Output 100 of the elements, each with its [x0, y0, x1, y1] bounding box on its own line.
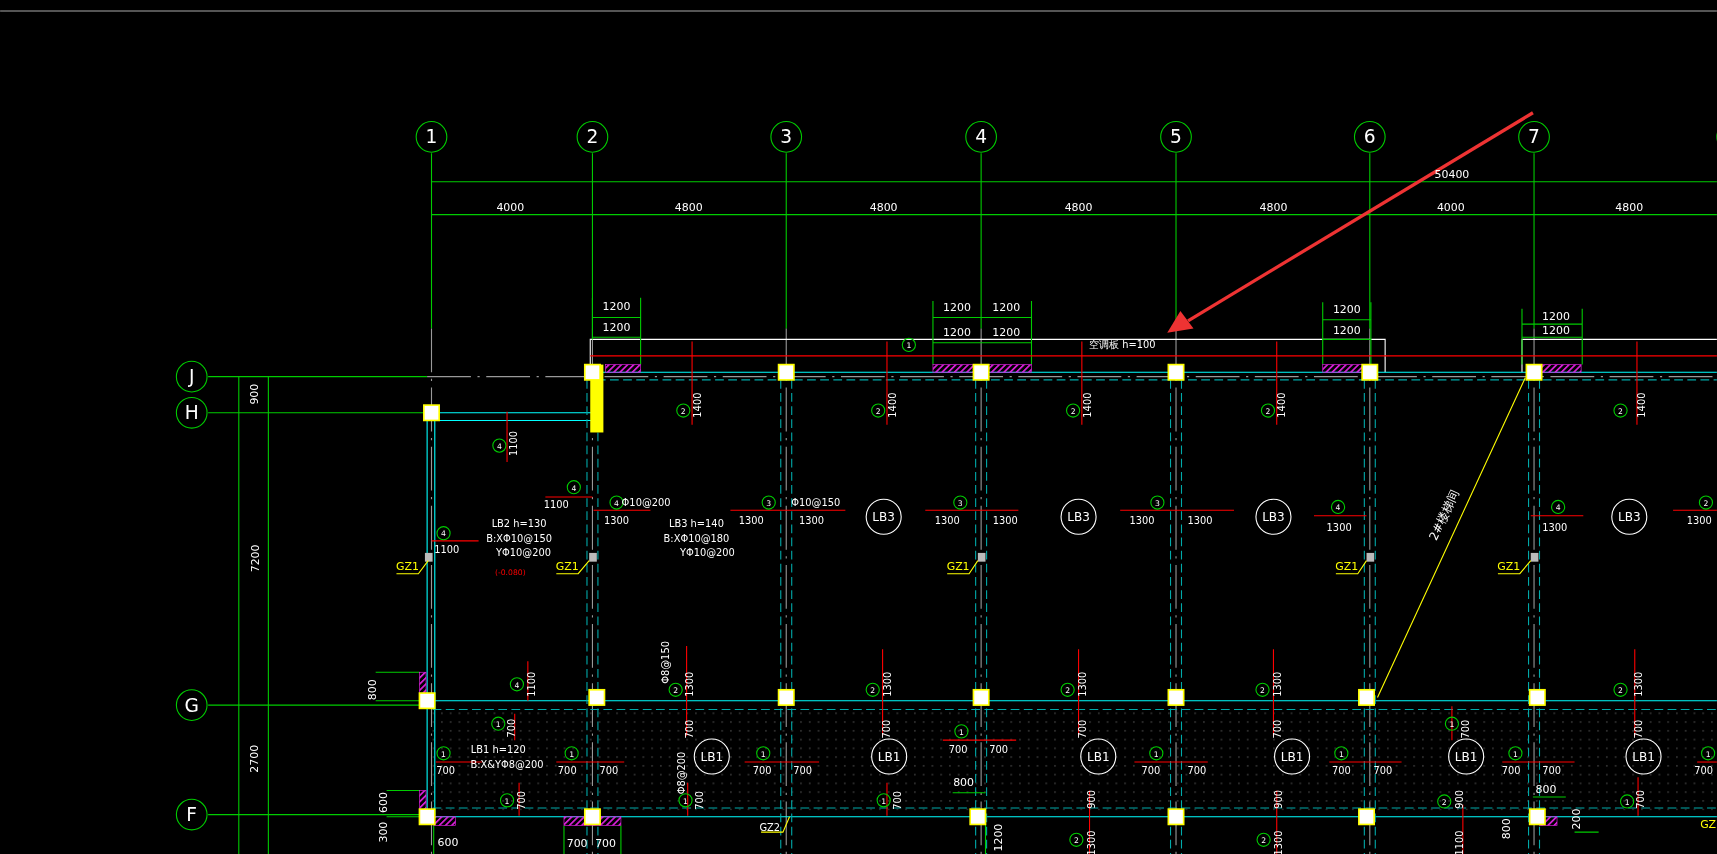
bar-mark-circle: [609, 495, 624, 510]
axis-bubble: [1160, 121, 1192, 153]
annotation-text: Φ10@200: [621, 496, 671, 508]
slab-tag: LB1: [1454, 749, 1478, 764]
annotation-text: 700: [684, 719, 696, 739]
annotation-text: B:XΦ10@180: [663, 532, 730, 544]
bar-mark-circle: [1613, 682, 1628, 697]
dimension-text: 600: [376, 792, 390, 813]
bar-mark-circle: [1698, 495, 1714, 510]
dimension-text: 4800: [869, 201, 898, 215]
annotation-text: 700: [948, 744, 968, 756]
slab-tag: LB3: [1262, 510, 1285, 525]
bar-mark-circle: [953, 495, 968, 510]
dimension-text: 1200: [1542, 309, 1570, 323]
annotation-text: 700: [1187, 765, 1207, 777]
column-tag: GZ1: [395, 560, 419, 574]
dimension-text: 1200: [992, 326, 1021, 340]
bar-mark-circle: [1260, 403, 1276, 418]
column-tag: GZ: [1700, 817, 1717, 831]
slab-tag-circle: [1274, 738, 1311, 775]
dimension-text: 200: [1570, 808, 1583, 830]
dimension-text: 900: [248, 383, 262, 405]
annotation-text: 1300: [684, 671, 696, 697]
dimension-text: 800: [365, 679, 379, 701]
annotation-text: 700: [1501, 765, 1521, 777]
dimension-text: 300: [376, 821, 390, 843]
slab-tag-circle: [871, 738, 908, 775]
column-tag: GZ1: [1335, 560, 1359, 574]
annotation-text: 1300: [604, 515, 630, 527]
bar-mark-circle: [954, 724, 969, 739]
dimension-text: 1200: [943, 326, 971, 340]
dimension-text: 7200: [248, 544, 262, 573]
annotation-text: 700: [694, 790, 706, 810]
bar-mark-circle: [1069, 832, 1084, 847]
bar-mark-circle: [1255, 682, 1270, 697]
annotation-text: 900: [1273, 789, 1285, 809]
dimension-text: 4800: [674, 201, 703, 215]
slab-tag: LB1: [1632, 749, 1655, 764]
bar-mark-circle: [1256, 832, 1271, 847]
bar-mark-circle: [492, 438, 507, 453]
annotation-text: 1300: [882, 671, 894, 697]
axis-label: 5: [1170, 126, 1182, 148]
axis-label: F: [186, 804, 198, 826]
column-tag: GZ1: [555, 560, 579, 574]
slab-tag: LB3: [1067, 510, 1090, 525]
annotation-text: 1100: [543, 499, 569, 510]
annotation-text: 700: [1077, 719, 1089, 739]
axis-bubble: [1353, 121, 1386, 153]
dimension-text: 1200: [992, 300, 1021, 314]
bar-mark-circle: [761, 495, 776, 510]
dimension-text: 1200: [1332, 323, 1361, 337]
dimension-text: 600: [437, 836, 459, 850]
annotation-text: 1100: [526, 671, 538, 697]
axis-label: 2: [586, 126, 599, 148]
axis-bubble: [175, 360, 208, 393]
annotation-text: 1400: [1635, 392, 1647, 418]
annotation-text: 700: [1694, 765, 1714, 777]
dimension-text: 4800: [1064, 201, 1093, 215]
annotation-text: Φ8@200: [676, 751, 688, 795]
annotation-text: 1100: [434, 543, 460, 555]
annotation-text: 700: [1373, 765, 1393, 777]
dimension-text: 1200: [1332, 303, 1361, 317]
bar-mark-circle: [1437, 794, 1452, 809]
annotation-text: 900: [1086, 789, 1097, 809]
bar-mark-circle: [1444, 716, 1460, 731]
annotation-text: 700: [1542, 765, 1561, 777]
axis-label: 3: [780, 126, 793, 148]
slab-tag-circle: [1611, 498, 1648, 535]
dimension-text: 4000: [496, 201, 525, 215]
bar-mark-circle: [1701, 746, 1716, 761]
bar-mark-circle: [564, 746, 579, 761]
annotation-text: 700: [793, 765, 813, 777]
dimension-text: 1200: [602, 299, 631, 313]
bar-mark-circle: [1060, 682, 1075, 697]
annotation-text: 700: [599, 765, 619, 777]
annotation-text: 1400: [1276, 392, 1288, 418]
axis-bubble: [1518, 121, 1550, 153]
bar-mark-circle: [499, 793, 515, 808]
bar-mark-circle: [901, 337, 916, 352]
dimension-text: 4800: [1615, 201, 1644, 215]
axis-label: 7: [1528, 126, 1540, 148]
slab-tag-circle: [1255, 498, 1292, 535]
annotation-text: GZ2: [759, 822, 781, 833]
annotation-text: 700: [1460, 719, 1472, 739]
annotation-text: Φ10@150: [791, 496, 841, 508]
dimension-text: 1200: [1542, 323, 1570, 337]
axis-label: 4: [975, 126, 988, 148]
bar-mark-circle: [1330, 499, 1346, 515]
dimension-text: 800: [953, 776, 975, 790]
slab-tag: LB3: [872, 510, 895, 525]
annotation-text: 1300: [1273, 830, 1285, 854]
annotation-text: 1300: [1542, 522, 1568, 533]
annotation-text: 1400: [691, 392, 703, 418]
bar-mark-circle: [678, 793, 693, 808]
annotation-text: 700: [892, 790, 904, 810]
annotation-text: LB1 h=120: [470, 744, 526, 756]
annotation-text: 700: [1331, 765, 1351, 777]
bar-mark-circle: [668, 682, 683, 697]
annotation-text: 700: [1272, 719, 1284, 739]
bar-mark-circle: [436, 526, 451, 541]
